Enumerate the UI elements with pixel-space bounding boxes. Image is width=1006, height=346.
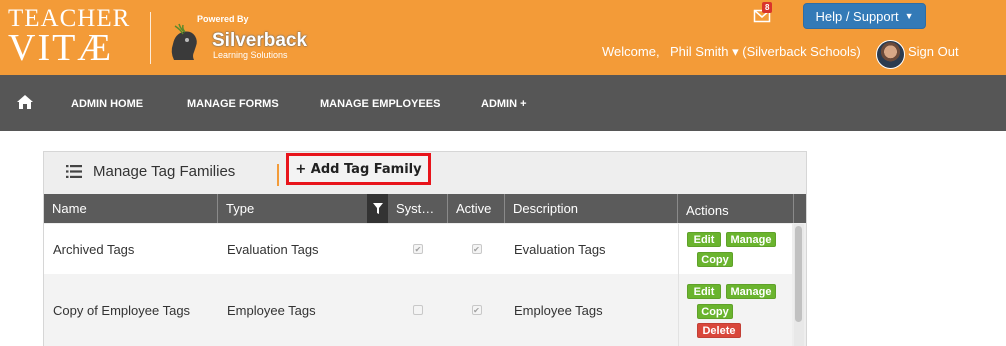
teacher-vitae-logo[interactable]: TEACHER VITÆ	[8, 6, 130, 67]
tag-families-panel: Manage Tag Families + Add Tag Family Nam…	[43, 151, 807, 346]
edit-button[interactable]: Edit	[687, 284, 721, 299]
nav-manage-forms[interactable]: MANAGE FORMS	[187, 98, 279, 110]
cell-name: Copy of Employee Tags	[53, 302, 191, 318]
copy-button[interactable]: Copy	[697, 304, 733, 319]
table-row[interactable]: Copy of Employee Tags Employee Tags ✔ Em…	[44, 274, 792, 346]
cell-name: Archived Tags	[53, 241, 135, 257]
panel-header: Manage Tag Families + Add Tag Family	[44, 152, 806, 192]
user-menu[interactable]: Phil Smith ▾ (Silverback Schools)	[670, 44, 861, 60]
cell-description: Employee Tags	[514, 302, 603, 318]
silverback-brand-name: Silverback	[212, 30, 308, 51]
system-checkbox[interactable]	[413, 305, 423, 315]
help-support-button[interactable]: Help / Support ▼	[803, 3, 926, 29]
edit-button[interactable]: Edit	[687, 232, 721, 247]
active-checkbox[interactable]: ✔	[471, 244, 482, 254]
column-header-actions: Actions	[678, 194, 794, 223]
logo-line2: VITÆ	[8, 27, 114, 69]
cell-description: Evaluation Tags	[514, 241, 606, 257]
filter-icon[interactable]	[367, 194, 388, 223]
cell-active: ✔	[448, 274, 505, 346]
cell-system	[388, 274, 448, 346]
add-tag-family-button[interactable]: + Add Tag Family	[286, 153, 431, 185]
home-icon[interactable]	[17, 95, 33, 109]
nav-manage-employees[interactable]: MANAGE EMPLOYEES	[320, 98, 440, 110]
column-header-system[interactable]: Syst…	[388, 194, 448, 223]
cell-divider	[678, 224, 679, 274]
cell-type: Evaluation Tags	[227, 241, 319, 257]
app-header: TEACHER VITÆ Powered By Silverback Learn…	[0, 0, 1006, 75]
panel-title: Manage Tag Families	[93, 163, 236, 180]
logo-divider	[150, 12, 151, 64]
system-checkbox[interactable]: ✔	[413, 244, 423, 254]
cell-type: Employee Tags	[227, 302, 316, 318]
help-support-label: Help / Support	[815, 8, 899, 24]
sign-out-link[interactable]: Sign Out	[908, 44, 959, 59]
column-header-name[interactable]: Name	[44, 194, 218, 223]
manage-button[interactable]: Manage	[726, 232, 776, 247]
column-header-description[interactable]: Description	[505, 194, 678, 223]
avatar[interactable]	[876, 40, 905, 69]
cell-active: ✔	[448, 224, 505, 274]
active-checkbox[interactable]: ✔	[471, 305, 482, 315]
cell-divider	[678, 274, 679, 346]
table-row[interactable]: Archived Tags Evaluation Tags ✔ ✔ Evalua…	[44, 224, 792, 274]
table-header: Name Type Syst… Active Description Actio…	[44, 194, 806, 223]
notification-badge[interactable]: 8	[762, 2, 773, 13]
delete-button[interactable]: Delete	[697, 323, 741, 338]
main-nav: ADMIN HOME MANAGE FORMS MANAGE EMPLOYEES…	[0, 75, 1006, 131]
silverback-gorilla-icon	[171, 23, 197, 60]
cell-system: ✔	[388, 224, 448, 274]
nav-admin-home[interactable]: ADMIN HOME	[71, 98, 143, 110]
nav-admin-menu[interactable]: ADMIN +	[481, 98, 527, 110]
list-icon	[66, 165, 82, 178]
copy-button[interactable]: Copy	[697, 252, 733, 267]
manage-button[interactable]: Manage	[726, 284, 776, 299]
scrollbar-thumb[interactable]	[795, 226, 802, 322]
column-header-active[interactable]: Active	[448, 194, 505, 223]
column-header-type[interactable]: Type	[218, 194, 388, 223]
silverback-brand-subtitle: Learning Solutions	[213, 50, 288, 60]
chevron-down-icon: ▼	[904, 11, 914, 21]
title-separator	[277, 164, 279, 186]
welcome-text: Welcome,	[602, 44, 660, 59]
